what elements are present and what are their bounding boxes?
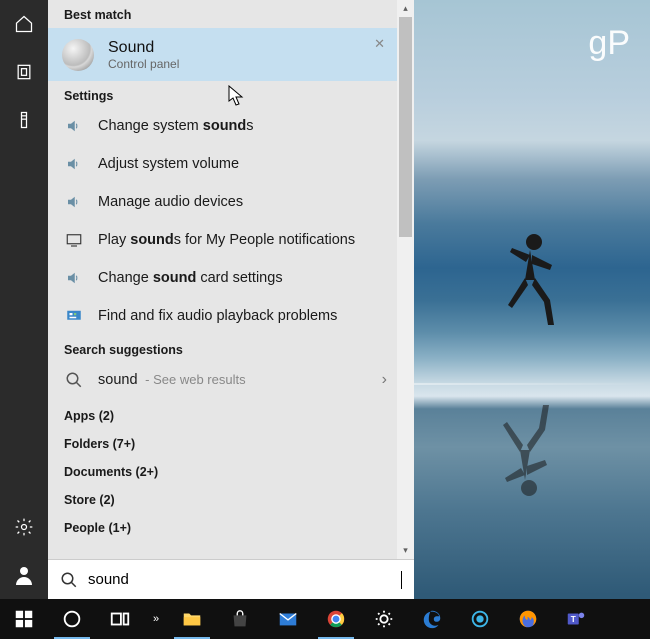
result-label: Change system sounds [98, 118, 254, 134]
result-category[interactable]: People (1+) [48, 511, 397, 539]
rail-settings[interactable] [0, 503, 48, 551]
result-label: Adjust system volume [98, 156, 239, 172]
task-view-button[interactable] [96, 599, 144, 639]
section-settings: Settings [48, 81, 397, 107]
settings-result[interactable]: Adjust system volume [48, 145, 397, 183]
file-explorer-button[interactable] [168, 599, 216, 639]
result-category[interactable]: Documents (2+) [48, 455, 397, 483]
store-button[interactable] [216, 599, 264, 639]
speaker-icon [64, 192, 84, 212]
speaker-icon [64, 154, 84, 174]
chevron-right-icon: › [382, 371, 387, 389]
target-button[interactable] [456, 599, 504, 639]
best-match-item[interactable]: Sound Control panel ✕ [48, 28, 397, 81]
results-pane: Best match Sound Control panel ✕ Setting… [48, 0, 414, 599]
runner-figure [500, 230, 560, 340]
chrome-button[interactable] [312, 599, 360, 639]
close-icon[interactable]: ✕ [374, 36, 385, 52]
brightness-button[interactable] [360, 599, 408, 639]
best-match-subtitle: Control panel [108, 57, 179, 71]
scroll-thumb[interactable] [399, 17, 412, 237]
settings-result[interactable]: Manage audio devices [48, 183, 397, 221]
search-suggestion[interactable]: sound - See web results › [48, 361, 397, 399]
rail-frame[interactable] [0, 48, 48, 96]
result-label: Find and fix audio playback problems [98, 308, 337, 324]
taskbar-overflow[interactable]: » [144, 599, 168, 639]
search-input[interactable] [88, 571, 398, 588]
search-icon [60, 571, 78, 589]
result-label: Play sounds for My People notifications [98, 232, 355, 248]
section-suggestions: Search suggestions [48, 335, 397, 361]
text-caret [401, 571, 402, 589]
mail-button[interactable] [264, 599, 312, 639]
troubleshoot-icon [64, 306, 84, 326]
settings-result[interactable]: Play sounds for My People notifications [48, 221, 397, 259]
speaker-icon [64, 268, 84, 288]
speaker-icon [64, 116, 84, 136]
scroll-up[interactable]: ▴ [397, 0, 414, 17]
settings-result[interactable]: Change sound card settings [48, 259, 397, 297]
result-label: Manage audio devices [98, 194, 243, 210]
firefox-button[interactable] [504, 599, 552, 639]
rail-tower[interactable] [0, 96, 48, 144]
edge-button[interactable] [408, 599, 456, 639]
scroll-down[interactable]: ▾ [397, 542, 414, 559]
best-match-title: Sound [108, 38, 179, 57]
start-rail [0, 0, 48, 599]
teams-button[interactable]: T [552, 599, 600, 639]
result-category[interactable]: Store (2) [48, 483, 397, 511]
settings-result[interactable]: Find and fix audio playback problems [48, 297, 397, 335]
taskbar: » T [0, 599, 650, 639]
start-button[interactable] [0, 599, 48, 639]
rail-home[interactable] [0, 0, 48, 48]
start-search-panel: Best match Sound Control panel ✕ Setting… [0, 0, 414, 599]
runner-reflection [495, 390, 555, 500]
result-category[interactable]: Folders (7+) [48, 427, 397, 455]
monitor-icon [64, 230, 84, 250]
cortana-button[interactable] [48, 599, 96, 639]
search-icon [64, 370, 84, 390]
rail-user[interactable] [0, 551, 48, 599]
result-label: Change sound card settings [98, 270, 283, 286]
settings-result[interactable]: Change system sounds [48, 107, 397, 145]
search-box[interactable] [48, 559, 414, 599]
watermark: gP [588, 24, 630, 63]
result-category[interactable]: Apps (2) [48, 399, 397, 427]
sound-icon [62, 39, 94, 71]
section-best-match: Best match [48, 0, 397, 26]
results-scrollbar[interactable]: ▴ ▾ [397, 0, 414, 559]
svg-text:T: T [571, 615, 576, 624]
